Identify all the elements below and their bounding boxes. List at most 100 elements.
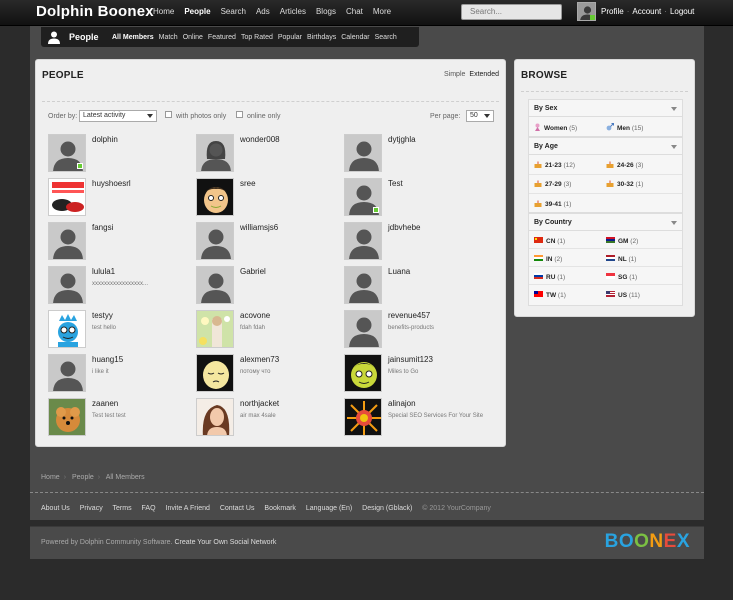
footer-about-us[interactable]: About Us	[41, 505, 70, 512]
member-card[interactable]: lulula1 xxxxxxxxxxxxxxxxx...	[48, 266, 196, 306]
member-card[interactable]: dolphin	[48, 134, 196, 174]
member-avatar[interactable]	[196, 266, 234, 304]
member-avatar[interactable]	[48, 310, 86, 348]
member-name[interactable]: sree	[240, 179, 256, 188]
subnav-online[interactable]: Online	[183, 34, 203, 41]
order-by-select[interactable]: Latest activity	[79, 110, 157, 122]
powered-link[interactable]: Create Your Own Social Network	[174, 539, 276, 546]
per-page-select[interactable]: 50	[466, 110, 494, 122]
member-name[interactable]: testyy	[92, 311, 113, 320]
member-avatar[interactable]	[196, 134, 234, 172]
member-card[interactable]: testyy test hello	[48, 310, 196, 350]
member-card[interactable]: alexmen73 потому что	[196, 354, 344, 394]
footer-design[interactable]: Design (Gblack)	[362, 505, 412, 512]
member-name[interactable]: zaanen	[92, 399, 118, 408]
search-input[interactable]: Search...	[461, 4, 562, 20]
member-avatar[interactable]	[196, 178, 234, 216]
member-avatar[interactable]	[196, 222, 234, 260]
browse-women[interactable]: Women (5)	[534, 123, 577, 132]
member-avatar[interactable]	[196, 398, 234, 436]
browse-country-sg[interactable]: SG (1)	[606, 273, 637, 281]
breadcrumb-people[interactable]: People	[72, 474, 94, 481]
topnav-blogs[interactable]: Blogs	[316, 7, 336, 16]
member-name[interactable]: lulula1	[92, 267, 115, 276]
site-logo[interactable]: Dolphin Boonex	[36, 3, 154, 20]
member-name[interactable]: Gabriel	[240, 267, 266, 276]
browse-country-us[interactable]: US (11)	[606, 291, 640, 299]
member-avatar[interactable]	[48, 266, 86, 304]
browse-age-27-29[interactable]: 27-29 (3)	[534, 180, 571, 188]
member-card[interactable]: Gabriel	[196, 266, 344, 306]
browse-country-cn[interactable]: CN (1)	[534, 237, 565, 245]
browse-age-30-32[interactable]: 30-32 (1)	[606, 180, 643, 188]
view-simple[interactable]: Simple	[444, 71, 465, 78]
member-name[interactable]: northjacket	[240, 399, 279, 408]
subnav-match[interactable]: Match	[159, 34, 178, 41]
member-name[interactable]: jainsumit123	[388, 355, 433, 364]
member-name[interactable]: revenue457	[388, 311, 430, 320]
member-avatar[interactable]	[48, 178, 86, 216]
member-avatar[interactable]	[196, 354, 234, 392]
member-name[interactable]: alinajon	[388, 399, 416, 408]
member-name[interactable]: huyshoesrl	[92, 179, 131, 188]
boonex-logo[interactable]: BOONEX	[605, 531, 690, 553]
browse-men[interactable]: Men (15)	[606, 123, 643, 132]
subnav-popular[interactable]: Popular	[278, 34, 302, 41]
member-name[interactable]: dytjghla	[388, 135, 416, 144]
breadcrumb-home[interactable]: Home	[41, 474, 60, 481]
footer-faq[interactable]: FAQ	[142, 505, 156, 512]
member-card[interactable]: fangsi	[48, 222, 196, 262]
topnav-people[interactable]: People	[184, 7, 210, 16]
member-card[interactable]: acovone fdah fdah	[196, 310, 344, 350]
footer-privacy[interactable]: Privacy	[80, 505, 103, 512]
topnav-ads[interactable]: Ads	[256, 7, 270, 16]
browse-section-header[interactable]: By Sex	[529, 100, 682, 117]
member-card[interactable]: williamsjs6	[196, 222, 344, 262]
profile-link[interactable]: Profile	[601, 7, 624, 16]
browse-section-header[interactable]: By Country	[529, 214, 682, 231]
member-name[interactable]: Test	[388, 179, 403, 188]
footer-bookmark[interactable]: Bookmark	[264, 505, 296, 512]
member-avatar[interactable]	[196, 310, 234, 348]
member-card[interactable]: northjacket air max 4sale	[196, 398, 344, 438]
member-card[interactable]: Luana	[344, 266, 492, 306]
member-avatar[interactable]	[344, 354, 382, 392]
member-name[interactable]: Luana	[388, 267, 410, 276]
topnav-articles[interactable]: Articles	[280, 7, 306, 16]
browse-age-24-26[interactable]: 24-26 (3)	[606, 161, 643, 169]
member-card[interactable]: zaanen Test test test	[48, 398, 196, 438]
user-avatar[interactable]	[577, 2, 596, 21]
subnav-top-rated[interactable]: Top Rated	[241, 34, 273, 41]
member-card[interactable]: wonder008	[196, 134, 344, 174]
subnav-birthdays[interactable]: Birthdays	[307, 34, 336, 41]
subnav-all-members[interactable]: All Members	[112, 34, 154, 41]
topnav-more[interactable]: More	[373, 7, 391, 16]
member-card[interactable]: revenue457 benefits-products	[344, 310, 492, 350]
browse-age-39-41[interactable]: 39-41 (1)	[534, 200, 571, 208]
member-card[interactable]: huang15 i like it	[48, 354, 196, 394]
member-card[interactable]: Test	[344, 178, 492, 218]
member-avatar[interactable]	[48, 398, 86, 436]
browse-section-header[interactable]: By Age	[529, 138, 682, 155]
browse-country-tw[interactable]: TW (1)	[534, 291, 566, 299]
logout-link[interactable]: Logout	[670, 7, 694, 16]
member-avatar[interactable]	[344, 398, 382, 436]
browse-age-21-23[interactable]: 21-23 (12)	[534, 161, 575, 169]
member-name[interactable]: dolphin	[92, 135, 118, 144]
browse-country-ru[interactable]: RU (1)	[534, 273, 565, 281]
browse-country-in[interactable]: IN (2)	[534, 255, 562, 263]
footer-terms[interactable]: Terms	[113, 505, 132, 512]
member-avatar[interactable]	[344, 178, 382, 216]
footer-invite-friend[interactable]: Invite A Friend	[166, 505, 210, 512]
member-name[interactable]: williamsjs6	[240, 223, 278, 232]
member-name[interactable]: jdbvhebe	[388, 223, 420, 232]
member-card[interactable]: sree	[196, 178, 344, 218]
topnav-home[interactable]: Home	[153, 7, 174, 16]
member-avatar[interactable]	[344, 134, 382, 172]
member-card[interactable]: huyshoesrl	[48, 178, 196, 218]
browse-country-gm[interactable]: GM (2)	[606, 237, 638, 245]
subnav-calendar[interactable]: Calendar	[341, 34, 369, 41]
member-name[interactable]: huang15	[92, 355, 123, 364]
member-avatar[interactable]	[48, 222, 86, 260]
member-avatar[interactable]	[344, 266, 382, 304]
